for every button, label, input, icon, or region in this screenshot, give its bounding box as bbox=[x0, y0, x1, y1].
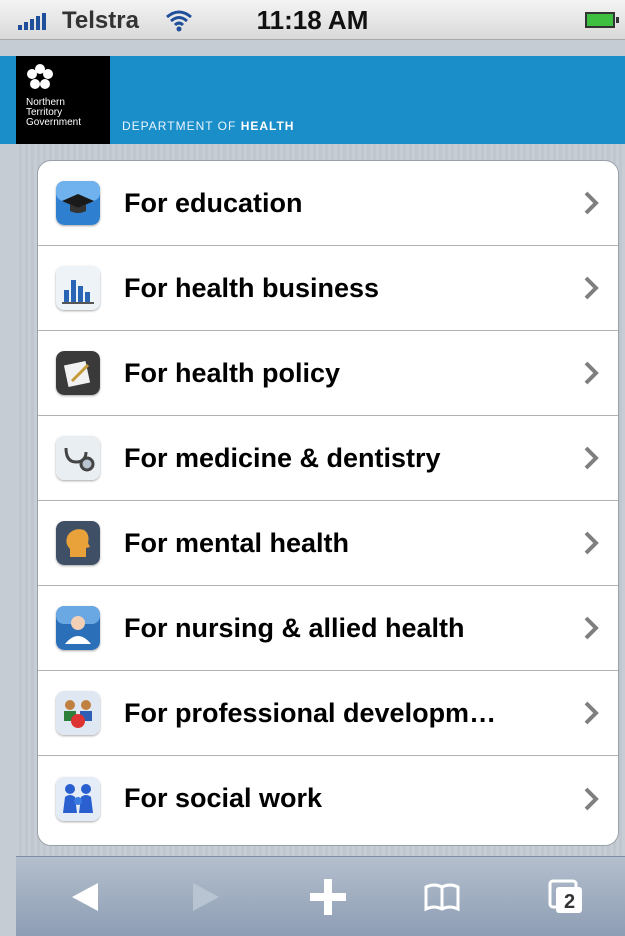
battery-icon bbox=[585, 12, 619, 28]
status-time: 11:18 AM bbox=[256, 5, 369, 35]
head-profile-icon bbox=[56, 521, 100, 565]
forward-icon[interactable] bbox=[183, 875, 227, 919]
menu-item-education[interactable]: For education bbox=[38, 161, 618, 246]
document-pen-icon bbox=[56, 351, 100, 395]
chevron-right-icon bbox=[584, 531, 599, 555]
status-bar: Telstra 11:18 AM bbox=[0, 0, 625, 40]
nurse-icon bbox=[56, 606, 100, 650]
logo-text: Northern Territory Government bbox=[26, 97, 82, 128]
chevron-right-icon bbox=[584, 361, 599, 385]
menu-item-health-policy[interactable]: For health policy bbox=[38, 331, 618, 416]
family-icon bbox=[56, 776, 100, 821]
menu-item-mental-health[interactable]: For mental health bbox=[38, 501, 618, 586]
menu-item-professional-development[interactable]: For professional developm… bbox=[38, 671, 618, 756]
menu-item-medicine-dentistry[interactable]: For medicine & dentistry bbox=[38, 416, 618, 501]
menu-item-nursing-allied-health[interactable]: For nursing & allied health bbox=[38, 586, 618, 671]
back-icon[interactable] bbox=[64, 875, 108, 919]
chevron-right-icon bbox=[584, 616, 599, 640]
tabs-button[interactable]: 2 bbox=[544, 875, 588, 919]
chevron-right-icon bbox=[584, 787, 599, 810]
bookmarks-icon[interactable] bbox=[420, 875, 464, 919]
menu-list: For education For health business For he… bbox=[37, 160, 619, 846]
bar-chart-icon bbox=[56, 266, 100, 310]
browser-toolbar: 2 bbox=[16, 856, 625, 936]
chevron-right-icon bbox=[584, 191, 599, 215]
department-title: DEPARTMENT OF HEALTH bbox=[122, 119, 295, 133]
nt-government-logo[interactable]: Northern Territory Government bbox=[16, 56, 110, 144]
tabs-count: 2 bbox=[564, 891, 576, 913]
group-meeting-icon bbox=[56, 691, 100, 735]
chevron-right-icon bbox=[584, 276, 599, 300]
chevron-right-icon bbox=[584, 701, 599, 725]
chevron-right-icon bbox=[584, 446, 599, 470]
add-icon[interactable] bbox=[306, 875, 350, 919]
menu-item-health-business[interactable]: For health business bbox=[38, 246, 618, 331]
flower-emblem-icon bbox=[27, 64, 53, 89]
stethoscope-icon bbox=[56, 436, 100, 480]
graduation-cap-icon bbox=[56, 181, 100, 225]
menu-item-social-work[interactable]: For social work bbox=[38, 756, 618, 841]
